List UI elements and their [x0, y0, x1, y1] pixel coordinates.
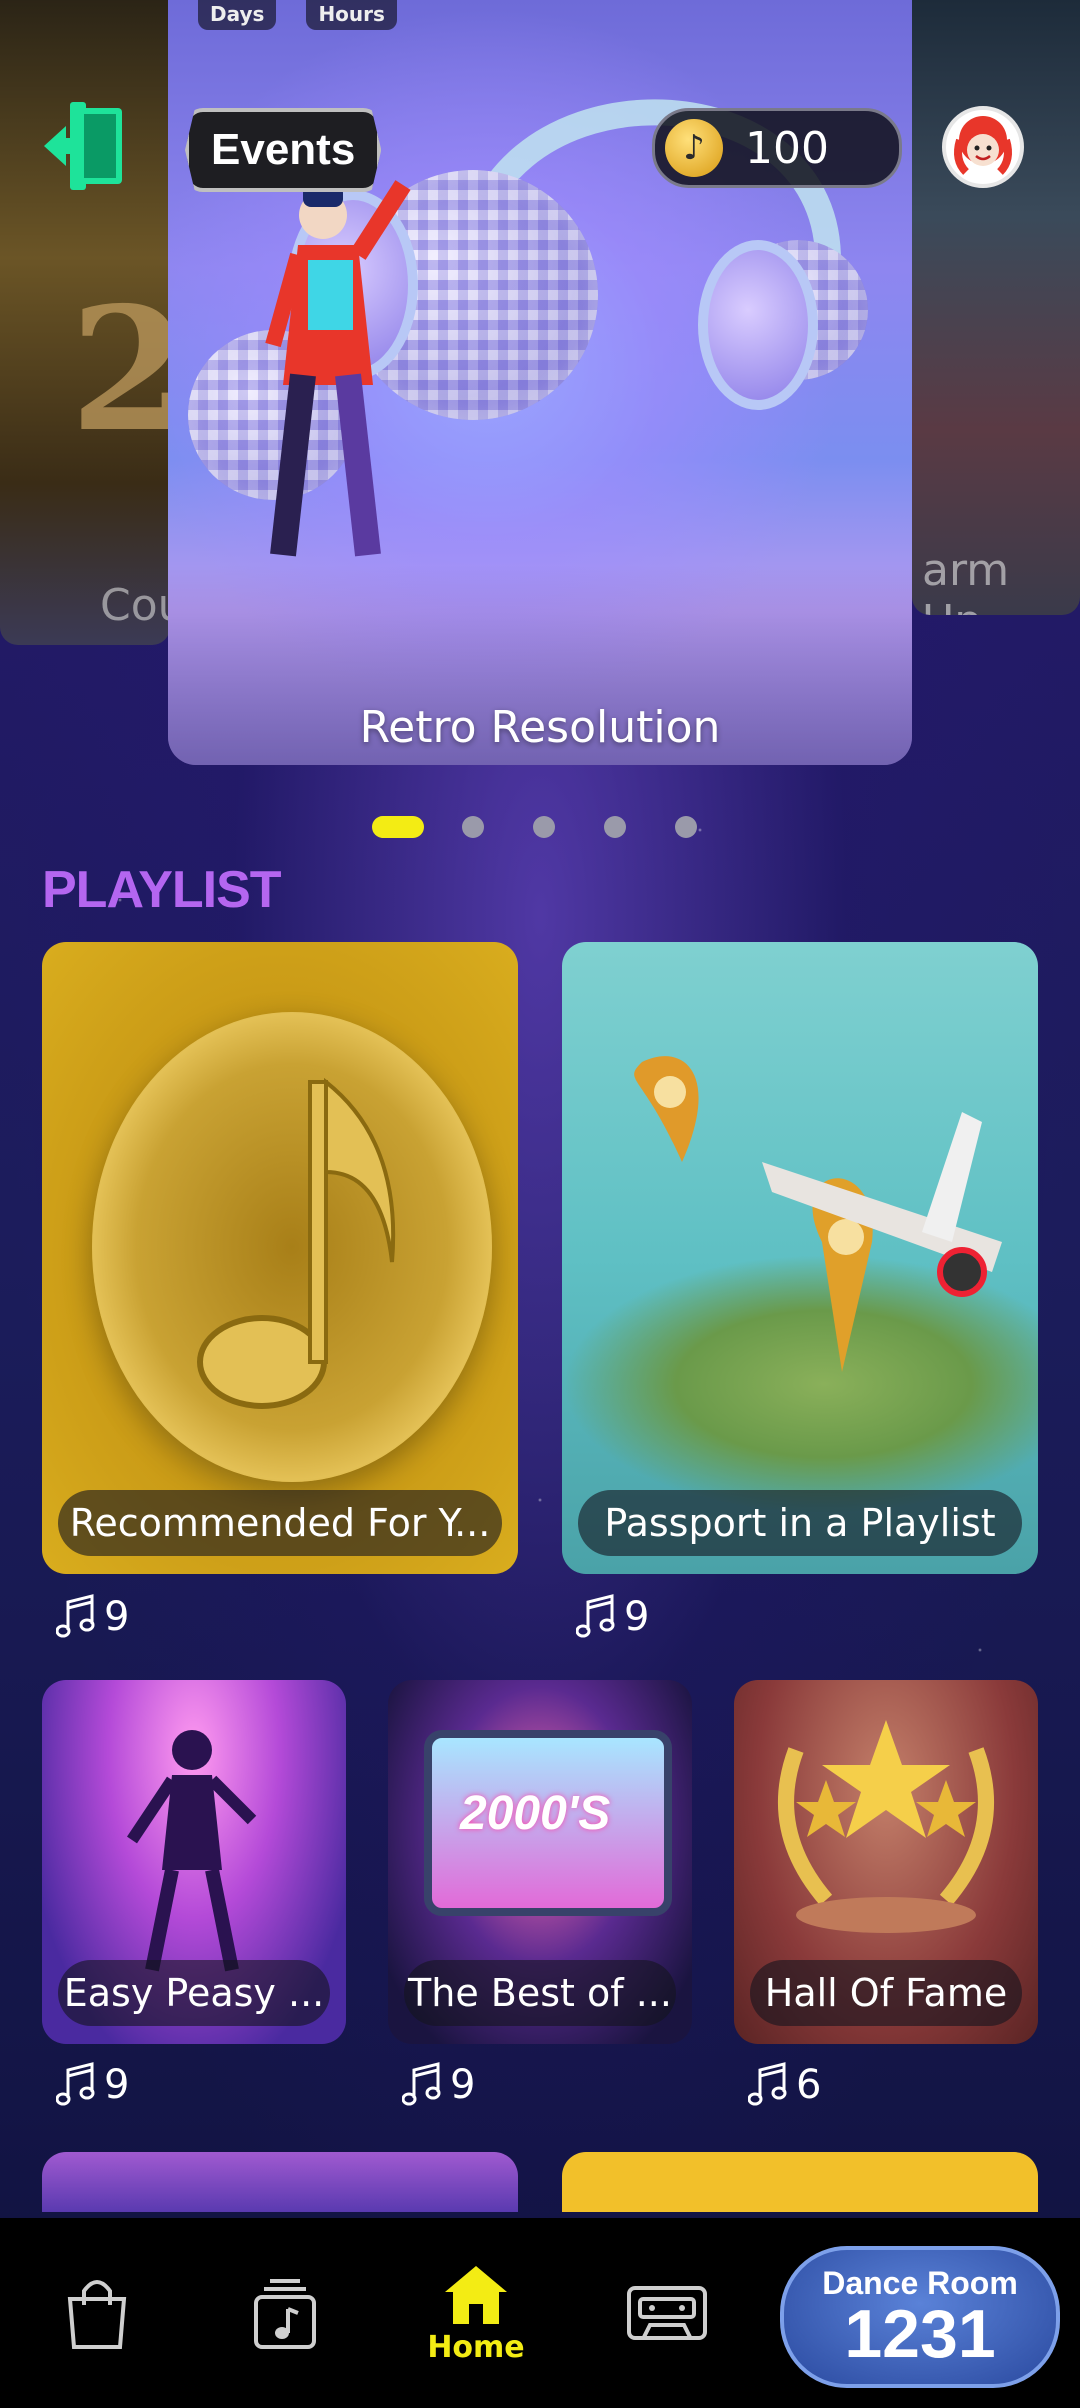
coin-music-note-icon: ♪ [665, 119, 723, 177]
dance-room-button[interactable]: Dance Room 1231 [780, 2246, 1060, 2388]
playlist-card-best-of[interactable]: 2000'S The Best of ... [388, 1680, 692, 2044]
music-note-art [197, 1077, 396, 1409]
profile-avatar[interactable] [942, 106, 1024, 188]
carousel-card-left[interactable]: 2 Cou [0, 0, 170, 645]
playlist-card-recommended[interactable]: Recommended For Y... [42, 942, 518, 1574]
events-button[interactable]: Events [185, 108, 381, 192]
home-icon [445, 2265, 507, 2324]
coin-amount: 100 [745, 122, 829, 174]
events-label: Events [211, 125, 356, 174]
playlist-song-count: 9 [576, 1594, 649, 1640]
logout-button[interactable] [40, 100, 130, 192]
playlist-song-count: 9 [56, 1594, 129, 1640]
section-title-playlist: PLAYLIST [42, 861, 282, 919]
dance-room-label: Dance Room [822, 2265, 1018, 2301]
dance-room-number: 1231 [844, 2296, 996, 2372]
playlist-title: Easy Peasy ... [58, 1960, 330, 2026]
nav-home-label: Home [427, 2329, 525, 2365]
tv-screen-text: 2000'S [460, 1787, 611, 1840]
dancer-silhouette-art [127, 1730, 257, 1972]
nav-shop[interactable] [52, 2218, 142, 2408]
avatar-icon [954, 116, 1012, 175]
laurel-star-trophy-art [778, 1720, 994, 1933]
carousel-pagination [372, 816, 697, 838]
countdown-hours-label: Hours [306, 0, 397, 30]
carousel-card-right-title: arm Up [922, 545, 1010, 615]
decorative-number: 2 [70, 270, 170, 470]
playlist-title: Recommended For Y... [58, 1490, 502, 1556]
coin-balance[interactable]: ♪ 100 [652, 108, 902, 188]
playlist-song-count: 9 [56, 2062, 129, 2108]
song-count-value: 6 [796, 2062, 822, 2108]
headphone-ear-art [698, 240, 818, 410]
logout-icon [44, 102, 122, 190]
song-count-value: 9 [104, 1594, 130, 1640]
carousel-card-left-title: Cou [100, 580, 170, 631]
playlist-card-passport[interactable]: Passport in a Playlist [562, 942, 1038, 1574]
playlist-song-count: 9 [402, 2062, 475, 2108]
music-note-icon [402, 2062, 441, 2106]
carousel-dot[interactable] [604, 816, 626, 838]
playlist-song-count: 6 [748, 2062, 821, 2108]
music-note-icon [56, 1594, 95, 1638]
carousel-card-featured-title: Retro Resolution [359, 702, 721, 753]
music-note-icon [748, 2062, 787, 2106]
song-count-value: 9 [624, 1594, 650, 1640]
nav-songs[interactable] [240, 2218, 330, 2408]
playlist-card-partial[interactable] [42, 2152, 518, 2212]
music-library-icon [254, 2279, 316, 2349]
music-note-icon [576, 1594, 615, 1638]
song-count-value: 9 [104, 2062, 130, 2108]
nav-cassette[interactable] [622, 2218, 712, 2408]
airplane-and-pins-art [634, 1056, 1002, 1372]
carousel-dot-active[interactable] [372, 816, 424, 838]
event-countdown: Days Hours [198, 0, 397, 30]
carousel-dot[interactable] [533, 816, 555, 838]
cassette-icon [627, 2286, 707, 2340]
carousel-dot[interactable] [675, 816, 697, 838]
playlist-card-easy-peasy[interactable]: Easy Peasy ... [42, 1680, 346, 2044]
playlist-card-hall-of-fame[interactable]: Hall Of Fame [734, 1680, 1038, 2044]
shopping-bag-icon [67, 2280, 127, 2349]
music-note-icon [56, 2062, 95, 2106]
carousel-card-right[interactable]: arm Up [912, 0, 1080, 615]
playlist-title: Passport in a Playlist [578, 1490, 1022, 1556]
retro-tv-art: 2000'S [424, 1730, 672, 1916]
playlist-title: The Best of ... [404, 1960, 676, 2026]
countdown-days-label: Days [198, 0, 277, 30]
song-count-value: 9 [450, 2062, 476, 2108]
carousel-dot[interactable] [462, 816, 484, 838]
nav-home[interactable]: Home [418, 2218, 534, 2408]
dancer-figure-art [265, 180, 411, 557]
playlist-title: Hall Of Fame [750, 1960, 1022, 2026]
playlist-card-partial[interactable] [562, 2152, 1038, 2212]
